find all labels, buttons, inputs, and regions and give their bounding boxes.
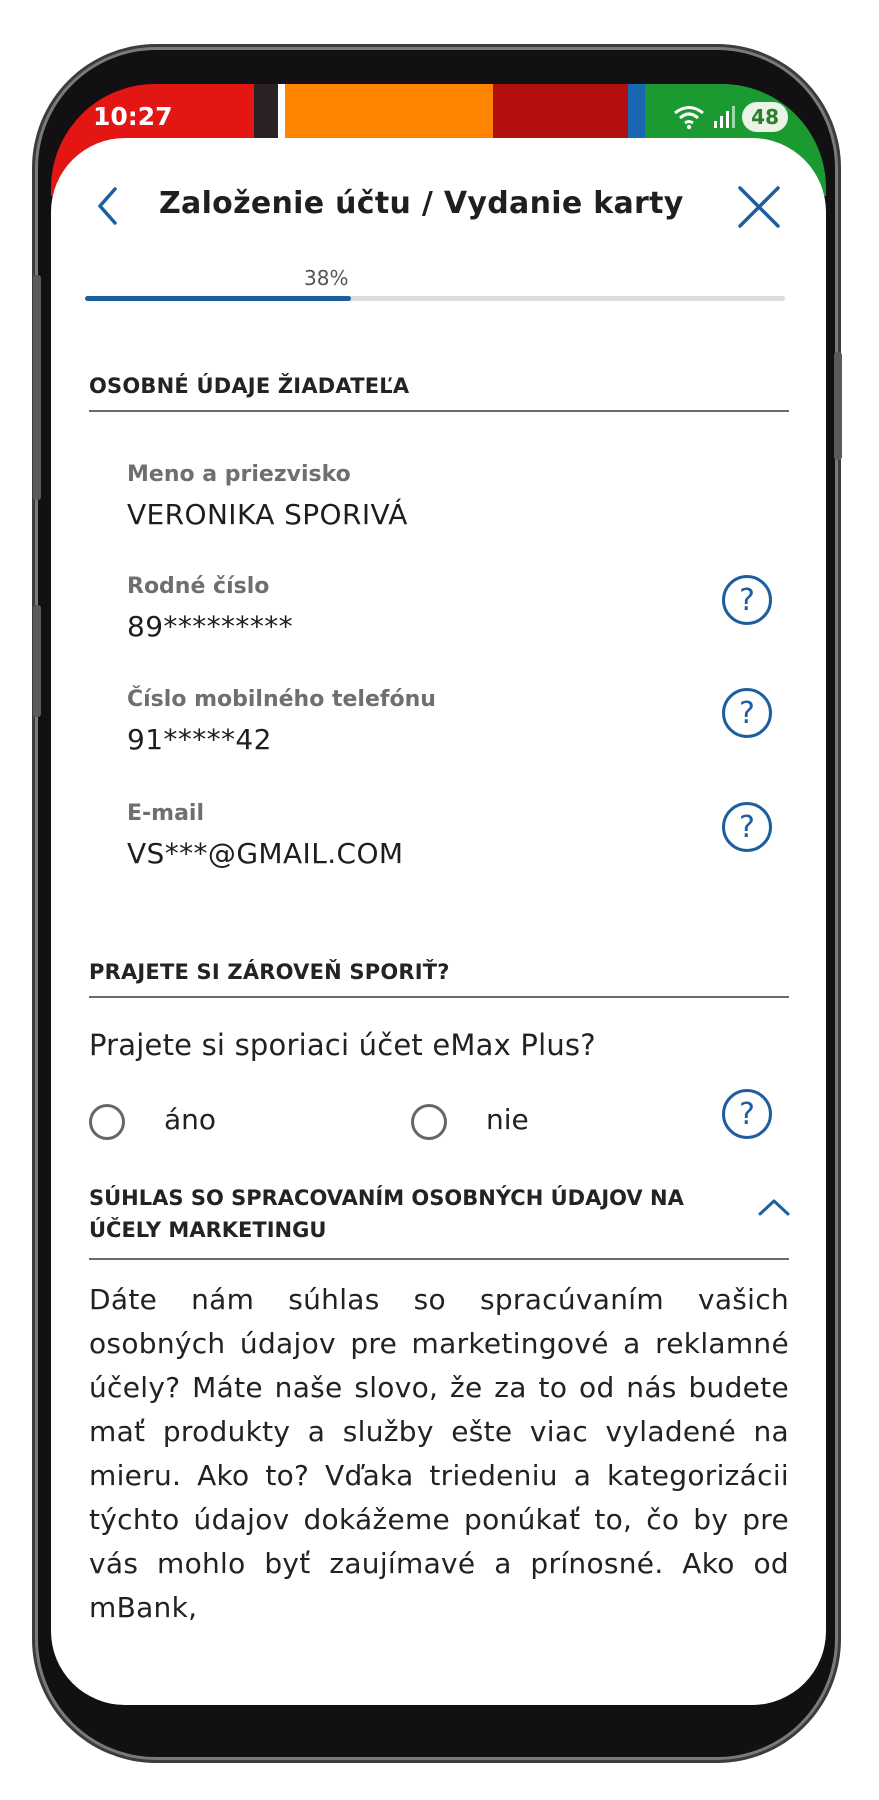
field-value-email: VS***@GMAIL.COM — [127, 837, 404, 870]
status-icons: 48 — [672, 102, 788, 132]
volume-down-button — [33, 605, 41, 717]
radio-no[interactable] — [411, 1104, 447, 1140]
section-title-personal: OSOBNÉ ÚDAJE ŽIADATEĽA — [89, 374, 410, 398]
section-divider — [89, 1258, 789, 1260]
progress-bar — [85, 296, 785, 301]
field-value-name: VERONIKA SPORIVÁ — [127, 498, 408, 531]
progress-fill — [85, 296, 351, 301]
field-label-email: E-mail — [127, 801, 205, 826]
back-button[interactable] — [91, 184, 125, 228]
question-circle-icon: ? — [722, 1089, 772, 1139]
chevron-left-icon — [98, 187, 117, 225]
field-label-birth-number: Rodné číslo — [127, 574, 270, 599]
svg-text:?: ? — [739, 1097, 755, 1132]
radio-label-yes[interactable]: áno — [164, 1103, 216, 1136]
help-button-email[interactable]: ? — [721, 801, 773, 853]
field-value-birth-number: 89********* — [127, 610, 294, 643]
status-time: 10:27 — [93, 102, 173, 131]
savings-question: Prajete si sporiaci účet eMax Plus? — [89, 1028, 596, 1062]
field-value-phone: 91*****42 — [127, 723, 272, 756]
radio-label-no[interactable]: nie — [486, 1103, 529, 1136]
svg-text:?: ? — [739, 583, 755, 618]
field-label-phone: Číslo mobilného telefónu — [127, 687, 436, 712]
radio-yes[interactable] — [89, 1104, 125, 1140]
question-circle-icon: ? — [722, 575, 772, 625]
help-button-birth-number[interactable]: ? — [721, 574, 773, 626]
svg-text:?: ? — [739, 810, 755, 845]
help-button-savings[interactable]: ? — [721, 1088, 773, 1140]
battery-indicator: 48 — [742, 102, 788, 132]
chevron-up-icon — [758, 1199, 790, 1216]
signal-icon — [714, 106, 736, 128]
close-button[interactable] — [736, 184, 782, 230]
section-title-marketing: SÚHLAS SO SPRACOVANÍM OSOBNÝCH ÚDAJOV NA… — [89, 1186, 684, 1242]
app-screen: Založenie účtu / Vydanie karty 38% OSOBN… — [51, 138, 826, 1705]
section-divider — [89, 410, 789, 412]
progress-percent: 38% — [304, 266, 349, 290]
collapse-button[interactable] — [757, 1196, 791, 1218]
field-label-name: Meno a priezvisko — [127, 462, 351, 487]
question-circle-icon: ? — [722, 802, 772, 852]
page-title: Založenie účtu / Vydanie karty — [159, 186, 684, 221]
help-button-phone[interactable]: ? — [721, 687, 773, 739]
section-title-savings: PRAJETE SI ZÁROVEŇ SPORIŤ? — [89, 960, 450, 984]
power-button — [834, 352, 842, 460]
question-circle-icon: ? — [722, 688, 772, 738]
close-icon — [738, 186, 780, 228]
wifi-icon — [674, 106, 705, 130]
marketing-consent-text: Dáte nám súhlas so spracúvaním vašich os… — [89, 1283, 789, 1624]
svg-text:?: ? — [739, 696, 755, 731]
section-divider — [89, 996, 789, 998]
volume-up-button — [33, 275, 41, 500]
